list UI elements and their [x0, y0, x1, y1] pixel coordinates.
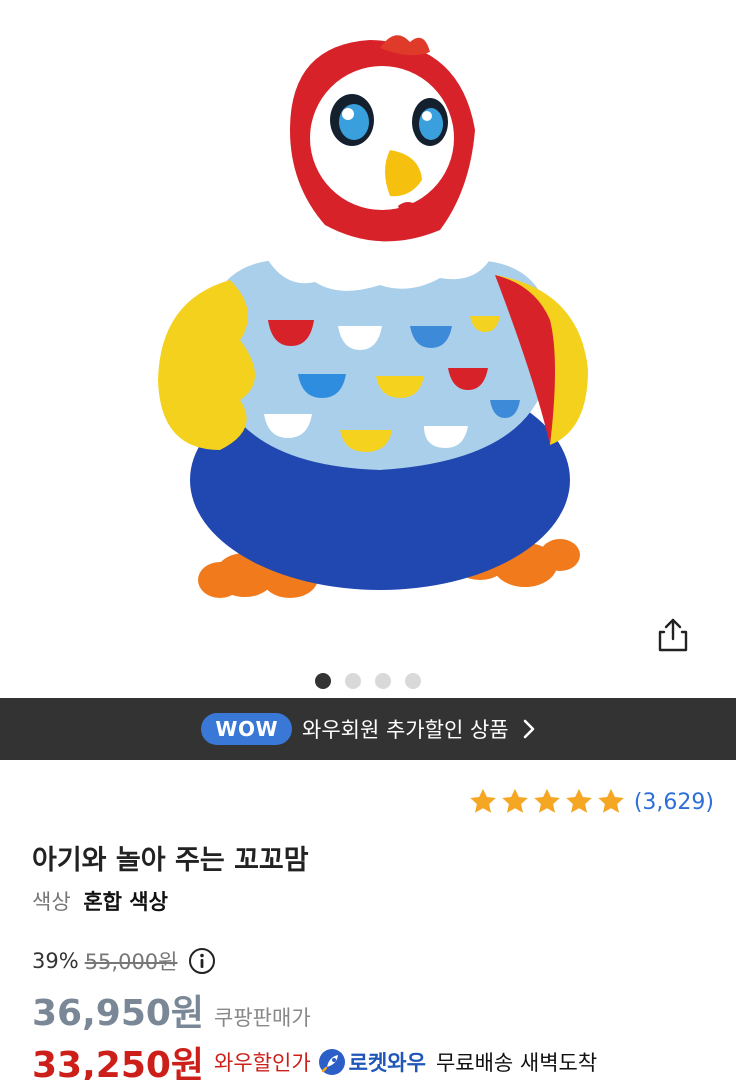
- wow-price-label: 와우할인가: [214, 1051, 311, 1075]
- wow-price: 33,250원: [32, 1045, 205, 1080]
- wow-member-banner[interactable]: WOW 와우회원 추가할인 상품: [0, 698, 736, 760]
- star-icon: [598, 788, 624, 813]
- delivery-info: 무료배송 새벽도착: [435, 1051, 598, 1075]
- option-label: 색상: [32, 890, 71, 914]
- star-icon: [470, 788, 496, 813]
- gallery-pagination: [0, 673, 736, 689]
- original-price: 55,000원: [84, 950, 178, 974]
- product-gallery[interactable]: [0, 0, 736, 698]
- wow-banner-text: 와우회원 추가할인 상품: [302, 718, 509, 742]
- discount-percent: 39%: [32, 949, 79, 973]
- star-icon: [566, 788, 592, 813]
- chevron-right-icon: [523, 719, 535, 739]
- discount-row: 39% 55,000원: [32, 946, 216, 976]
- sale-price-row: 36,950원 쿠팡판매가: [32, 984, 311, 1036]
- rocket-wow-label: 로켓와우: [348, 1051, 426, 1075]
- sale-price-label: 쿠팡판매가: [214, 1006, 311, 1030]
- sale-price: 36,950원: [32, 993, 205, 1034]
- option-value: 혼합 색상: [83, 890, 168, 914]
- product-image[interactable]: [140, 20, 610, 620]
- wow-price-row: 33,250원 와우할인가 로켓와우 무료배송 새벽도착: [32, 1036, 597, 1080]
- star-icon: [502, 788, 528, 813]
- wow-badge: WOW: [201, 713, 293, 745]
- gallery-dot[interactable]: [375, 673, 391, 689]
- product-rating[interactable]: (3,629): [468, 787, 714, 817]
- product-title: 아기와 놀아 주는 꼬꼬맘: [32, 845, 309, 876]
- star-icon: [534, 788, 560, 813]
- share-icon: [658, 618, 688, 652]
- left-wing: [158, 280, 255, 450]
- gallery-dot[interactable]: [405, 673, 421, 689]
- gallery-dot[interactable]: [345, 673, 361, 689]
- info-icon[interactable]: [188, 947, 216, 975]
- share-button[interactable]: [650, 612, 696, 658]
- product-option: 색상 혼합 색상: [32, 886, 168, 916]
- rating-stars: [468, 787, 626, 817]
- gallery-dot[interactable]: [315, 673, 331, 689]
- rocket-icon: [318, 1049, 345, 1075]
- rating-count-link[interactable]: (3,629): [634, 790, 714, 815]
